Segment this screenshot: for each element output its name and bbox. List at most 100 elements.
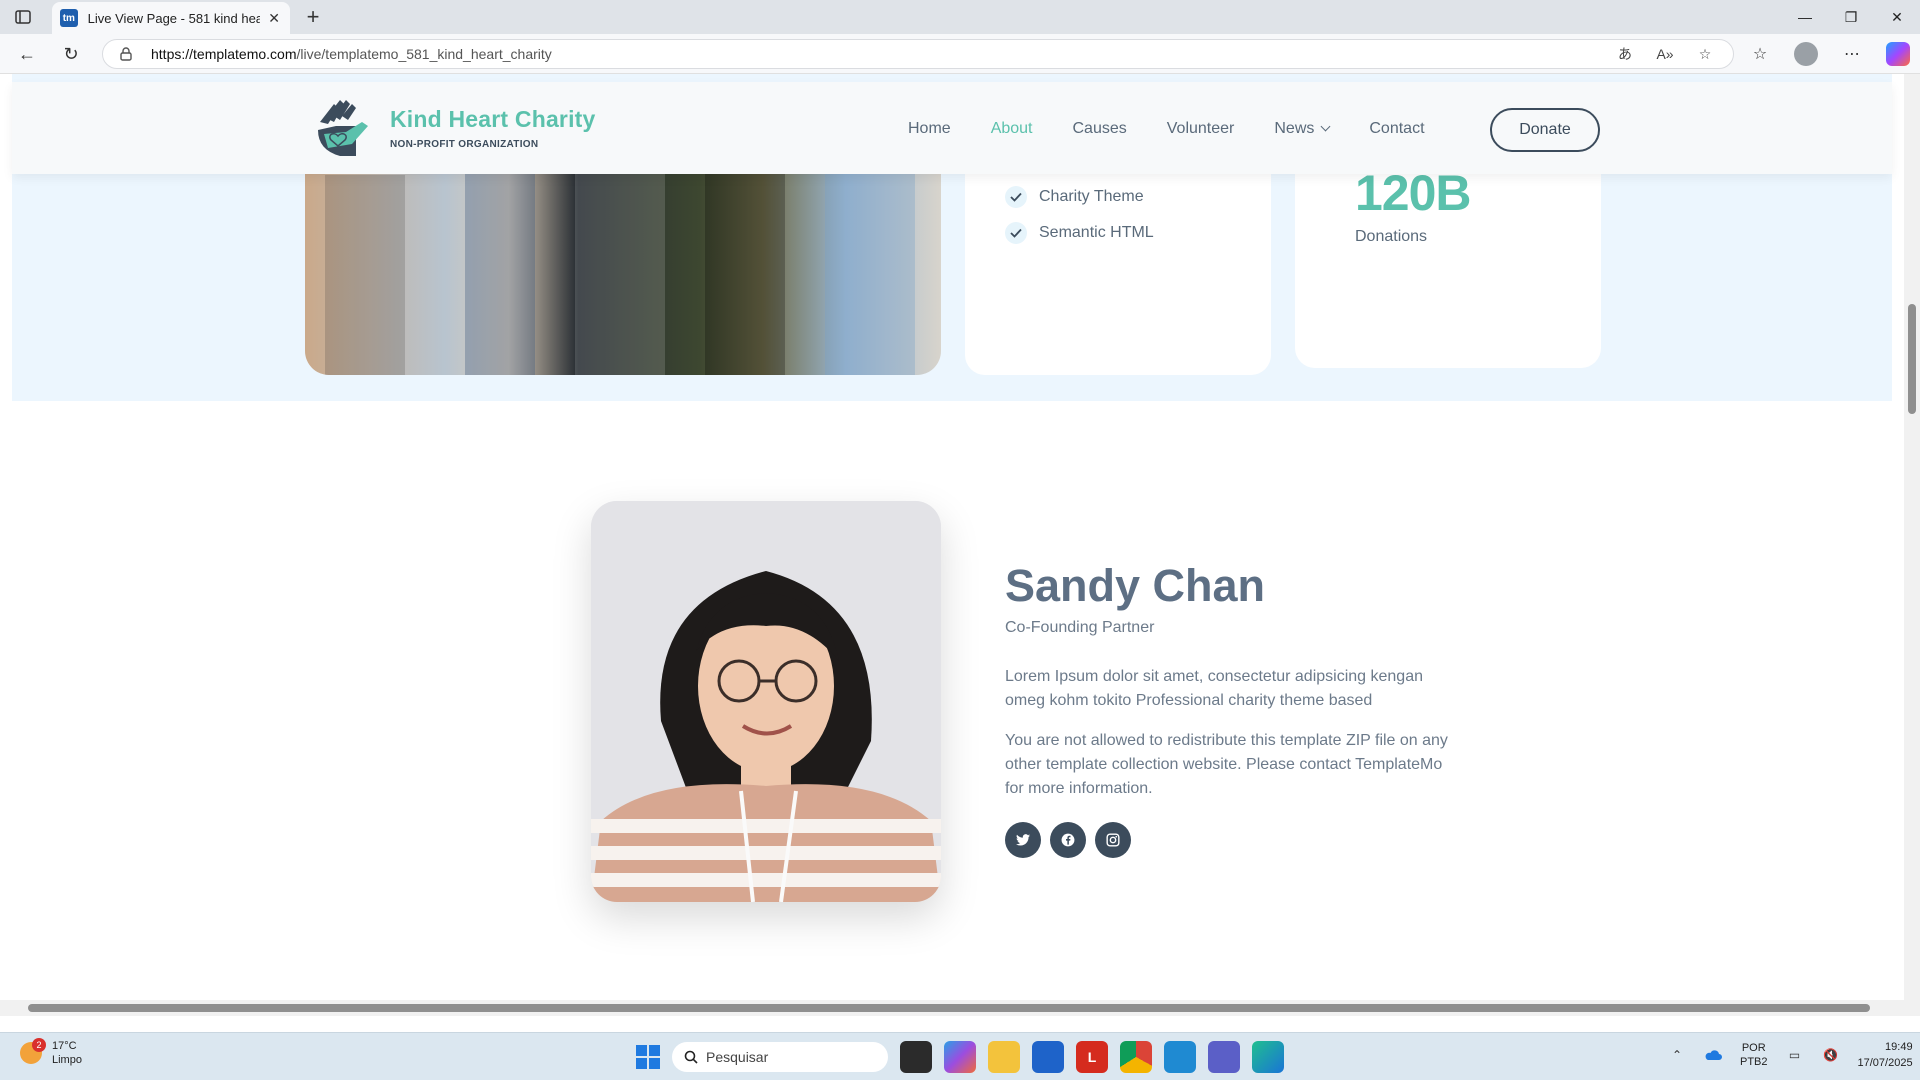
profile-name: Sandy Chan xyxy=(1005,560,1266,611)
file-explorer-icon[interactable] xyxy=(988,1041,1020,1073)
profile-photo-illustration xyxy=(591,501,941,902)
windows-start-icon[interactable] xyxy=(636,1045,660,1069)
window-controls: — ❐ ✕ xyxy=(1782,0,1920,34)
close-window-button[interactable]: ✕ xyxy=(1874,0,1920,34)
back-button[interactable]: ← xyxy=(14,42,40,66)
photo-detail xyxy=(575,164,665,375)
language-indicator[interactable]: POR PTB2 xyxy=(1740,1041,1768,1069)
clock[interactable]: 19:49 17/07/2025 xyxy=(1858,1039,1913,1071)
social-links xyxy=(1005,822,1131,858)
url-text: https://templatemo.com/live/templatemo_5… xyxy=(151,46,552,62)
microsoft-store-icon[interactable] xyxy=(1032,1041,1064,1073)
brand-tagline: NON-PROFIT ORGANIZATION xyxy=(390,139,539,150)
taskbar-search[interactable]: Pesquisar xyxy=(672,1042,888,1072)
search-placeholder: Pesquisar xyxy=(706,1049,769,1065)
vertical-scrollbar[interactable] xyxy=(1904,74,1920,1016)
site-info-icon[interactable] xyxy=(119,46,133,62)
restore-button[interactable]: ❐ xyxy=(1828,0,1874,34)
refresh-button[interactable]: ↻ xyxy=(58,42,84,66)
site-header: Kind Heart Charity NON-PROFIT ORGANIZATI… xyxy=(12,82,1892,174)
microsoft-365-icon[interactable] xyxy=(944,1041,976,1073)
vscode-icon[interactable] xyxy=(1164,1041,1196,1073)
teams-icon[interactable] xyxy=(1208,1041,1240,1073)
favicon-icon: tm xyxy=(60,9,78,27)
instagram-icon[interactable] xyxy=(1095,822,1131,858)
browser-tab-bar: tm Live View Page - 581 kind heart ch ✕ … xyxy=(0,0,1920,34)
task-view-icon[interactable] xyxy=(900,1041,932,1073)
weather-widget[interactable]: 2 17°C Limpo xyxy=(20,1038,82,1067)
donate-button[interactable]: Donate xyxy=(1490,108,1600,152)
profile-notice: You are not allowed to redistribute this… xyxy=(1005,732,1448,797)
chrome-icon[interactable] xyxy=(1120,1041,1152,1073)
feature-label: Charity Theme xyxy=(1039,188,1144,205)
copilot-icon[interactable] xyxy=(1886,42,1910,66)
weather-badge: 2 xyxy=(32,1038,46,1052)
windows-taskbar: 2 17°C Limpo Pesquisar L ⌃ POR PTB2 ▭ 🔇 … xyxy=(0,1032,1920,1080)
weather-sun-icon: 2 xyxy=(20,1038,46,1064)
horizontal-scroll-thumb[interactable] xyxy=(28,1004,1870,1012)
check-icon xyxy=(1005,222,1027,244)
feature-label: Semantic HTML xyxy=(1039,224,1154,241)
url-path: /live/templatemo_581_kind_heart_charity xyxy=(296,46,552,62)
photo-detail xyxy=(705,164,785,375)
onedrive-icon[interactable] xyxy=(1704,1046,1722,1064)
stat-label: Donations xyxy=(1355,228,1428,245)
profile-photo xyxy=(591,501,941,902)
browser-tools: ☆ ⋯ xyxy=(1748,42,1910,66)
minimize-button[interactable]: — xyxy=(1782,0,1828,34)
page-viewport: Charity Theme Semantic HTML 120B Donatio… xyxy=(0,74,1920,1016)
browser-tab-active[interactable]: tm Live View Page - 581 kind heart ch ✕ xyxy=(52,2,290,34)
nav-causes[interactable]: Causes xyxy=(1073,120,1127,138)
show-hidden-icons-icon[interactable]: ⌃ xyxy=(1668,1046,1686,1064)
photo-detail xyxy=(465,164,535,375)
vertical-scroll-thumb[interactable] xyxy=(1908,304,1916,414)
new-tab-button[interactable]: + xyxy=(300,4,326,30)
weather-temperature: 17°C xyxy=(52,1040,77,1052)
url-host: https://templatemo.com xyxy=(151,46,297,62)
tab-actions-icon[interactable] xyxy=(12,7,34,27)
feature-item: Semantic HTML xyxy=(1005,222,1154,244)
favorites-icon[interactable]: ☆ xyxy=(1748,42,1772,66)
tab-close-icon[interactable]: ✕ xyxy=(266,10,282,27)
keyboard-layout: PTB2 xyxy=(1740,1056,1768,1068)
l-app-icon[interactable]: L xyxy=(1076,1041,1108,1073)
more-menu-icon[interactable]: ⋯ xyxy=(1840,42,1864,66)
twitter-icon[interactable] xyxy=(1005,822,1041,858)
nav-volunteer[interactable]: Volunteer xyxy=(1167,120,1235,138)
nav-contact[interactable]: Contact xyxy=(1369,120,1424,138)
brand-text: Kind Heart Charity NON-PROFIT ORGANIZATI… xyxy=(390,106,596,150)
system-tray: ⌃ POR PTB2 ▭ 🔇 19:49 17/07/2025 xyxy=(1668,1039,1913,1071)
search-icon xyxy=(684,1050,698,1064)
features-card: Charity Theme Semantic HTML xyxy=(965,174,1271,375)
facebook-icon[interactable] xyxy=(1050,822,1086,858)
nav-about[interactable]: About xyxy=(991,120,1033,138)
browser-toolbar: ← ↻ https://templatemo.com/live/template… xyxy=(0,34,1920,74)
favorite-star-icon[interactable]: ☆ xyxy=(1695,44,1715,64)
feature-item: Charity Theme xyxy=(1005,186,1144,208)
volume-muted-icon[interactable]: 🔇 xyxy=(1822,1046,1840,1064)
brand[interactable]: Kind Heart Charity NON-PROFIT ORGANIZATI… xyxy=(312,96,596,160)
language-code: POR xyxy=(1741,1042,1766,1054)
translate-icon[interactable]: あ xyxy=(1615,44,1635,64)
brand-name: Kind Heart Charity xyxy=(390,106,596,132)
nav-news-dropdown[interactable]: News xyxy=(1274,120,1329,138)
check-icon xyxy=(1005,186,1027,208)
brand-logo-icon xyxy=(318,100,368,156)
horizontal-scrollbar[interactable] xyxy=(0,1000,1904,1016)
weather-description: Limpo xyxy=(52,1054,82,1066)
read-aloud-icon[interactable]: A» xyxy=(1655,44,1675,64)
edge-icon[interactable] xyxy=(1252,1041,1284,1073)
clock-time: 19:49 xyxy=(1885,1041,1913,1053)
network-icon[interactable]: ▭ xyxy=(1786,1046,1804,1064)
address-bar[interactable]: https://templatemo.com/live/templatemo_5… xyxy=(102,39,1734,69)
address-bar-actions: あ A» ☆ xyxy=(1615,44,1715,64)
profile-avatar-icon[interactable] xyxy=(1794,42,1818,66)
clock-date: 17/07/2025 xyxy=(1857,1057,1913,1069)
team-photo xyxy=(305,164,941,375)
photo-detail xyxy=(825,164,915,375)
nav-home[interactable]: Home xyxy=(908,120,951,138)
profile-role: Co-Founding Partner xyxy=(1005,619,1155,636)
profile-description: Lorem Ipsum dolor sit amet, consectetur … xyxy=(1005,668,1423,709)
taskbar-apps: Pesquisar L xyxy=(636,1041,1284,1073)
main-nav: Home About Causes Volunteer News Contact xyxy=(908,120,1465,138)
